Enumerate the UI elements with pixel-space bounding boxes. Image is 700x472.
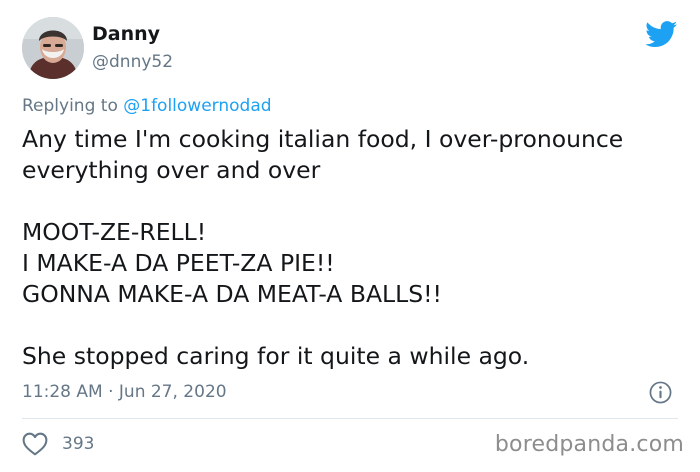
divider [22, 418, 678, 419]
tweet-paragraph: She stopped caring for it quite a while … [22, 342, 530, 370]
tweet-paragraph: Any time I'm cooking italian food, I ove… [22, 125, 624, 184]
watermark: boredpanda.com [494, 432, 684, 457]
display-name[interactable]: Danny [92, 22, 160, 46]
reply-mention-link[interactable]: @1followernodad [123, 96, 271, 116]
replying-to: Replying to @1followernodad [22, 94, 272, 118]
tweet-text: Any time I'm cooking italian food, I ove… [22, 124, 682, 372]
user-handle[interactable]: @dnny52 [92, 51, 173, 73]
like-count: 393 [62, 434, 95, 454]
heart-icon [22, 432, 48, 456]
avatar-image [22, 17, 84, 79]
like-button[interactable]: 393 [22, 431, 94, 457]
tweet-timestamp[interactable]: 11:28 AM · Jun 27, 2020 [22, 380, 227, 404]
info-icon[interactable] [649, 381, 672, 404]
tweet-paragraph: MOOT-ZE-RELL! I MAKE-A DA PEET-ZA PIE!! … [22, 218, 442, 308]
avatar[interactable] [22, 17, 84, 79]
twitter-bird-icon[interactable] [645, 21, 678, 48]
replying-to-label: Replying to [22, 96, 124, 116]
